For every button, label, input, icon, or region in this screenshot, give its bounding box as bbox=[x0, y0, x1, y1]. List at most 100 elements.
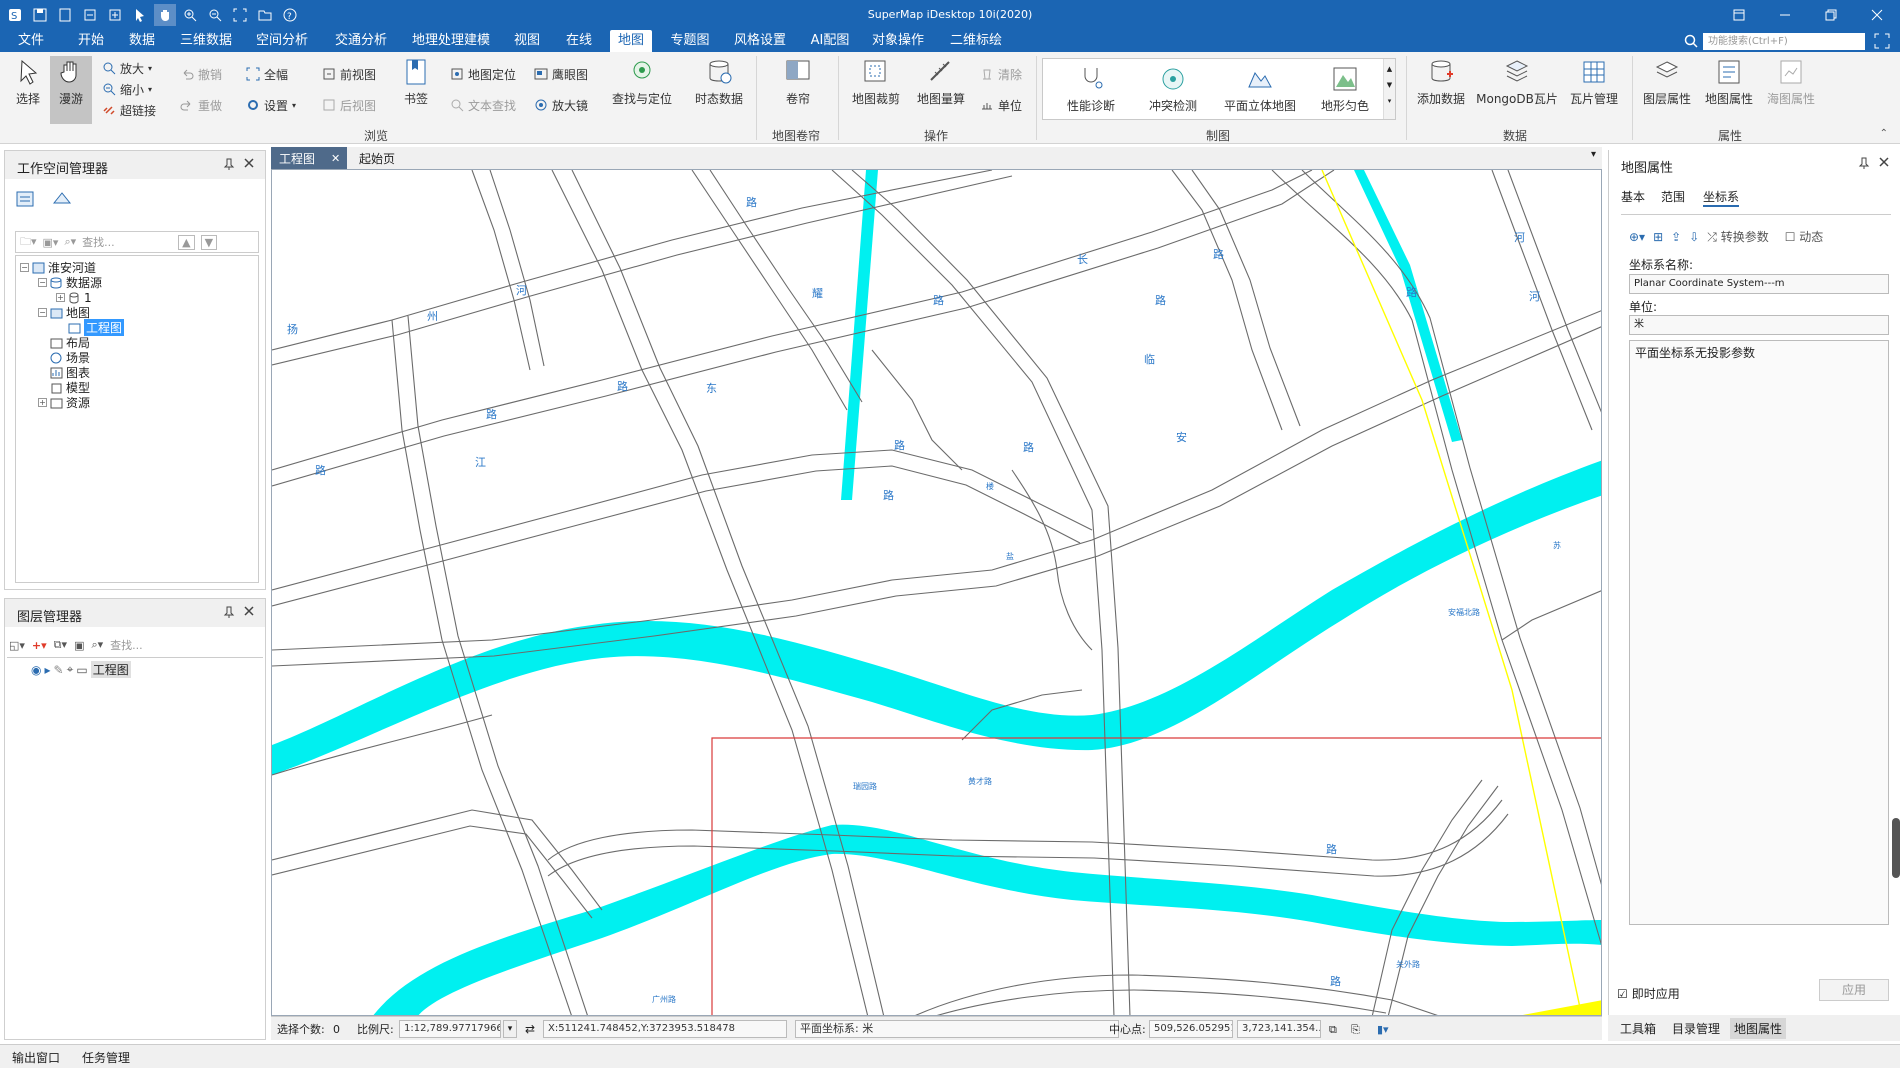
minimize-icon[interactable] bbox=[1762, 0, 1808, 30]
terrain-color-button[interactable]: 地形匀色 bbox=[1313, 65, 1377, 114]
selectable-icon[interactable]: ▸ bbox=[44, 663, 50, 677]
swap-icon[interactable]: ⇄ bbox=[525, 1021, 535, 1038]
map-measure-button[interactable]: 地图量算 bbox=[912, 58, 970, 124]
layer-props-button[interactable]: 图层属性 bbox=[1638, 58, 1696, 124]
magnifier-button[interactable]: 放大镜 bbox=[534, 95, 588, 115]
layer-style-icon[interactable]: ◱▾ bbox=[9, 639, 25, 652]
pin-icon[interactable] bbox=[1858, 157, 1870, 169]
instant-apply-checkbox[interactable]: ☑ 即时应用 bbox=[1617, 985, 1680, 1002]
tab-crs[interactable]: 坐标系 bbox=[1703, 188, 1740, 207]
map-props-button[interactable]: 地图属性 bbox=[1700, 58, 1758, 124]
maximize-icon[interactable] bbox=[1808, 0, 1854, 30]
close-panel-icon[interactable] bbox=[243, 157, 255, 169]
performance-diagnosis-button[interactable]: 性能诊断 bbox=[1059, 65, 1123, 114]
crs-display[interactable]: 平面坐标系: 米 bbox=[795, 1020, 1119, 1038]
chart-props-button[interactable]: 海图属性 bbox=[1762, 58, 1820, 124]
menu-object-ops[interactable]: 对象操作 bbox=[870, 30, 926, 52]
tab-basic[interactable]: 基本 bbox=[1621, 188, 1645, 205]
settings-button[interactable]: 设置 ▾ bbox=[246, 95, 296, 115]
find-locate-button[interactable]: 查找与定位 bbox=[608, 58, 676, 124]
eye-icon[interactable]: ◉ bbox=[31, 663, 41, 677]
editable-icon[interactable]: ✎ bbox=[54, 663, 64, 677]
crs-settings-icon[interactable]: ⊕▾ bbox=[1629, 230, 1645, 244]
tab-list-dropdown-icon[interactable]: ▾ bbox=[1591, 149, 1596, 160]
gallery-scroll[interactable]: ▲ ▼ ▾ bbox=[1383, 59, 1395, 119]
pin-icon[interactable] bbox=[223, 158, 235, 170]
workspace-search-input[interactable]: 查找... bbox=[82, 234, 172, 250]
menu-2d-plotting[interactable]: 二维标绘 bbox=[948, 30, 1004, 52]
scene-workspace-icon[interactable] bbox=[51, 189, 73, 209]
restore-ribbon-icon[interactable] bbox=[1716, 0, 1762, 30]
redo-button[interactable]: 重做 bbox=[180, 95, 222, 115]
text-search-button[interactable]: 文本查找 bbox=[450, 95, 516, 115]
center-x-input[interactable]: 509,526.052951 bbox=[1149, 1020, 1233, 1038]
tab-task-management[interactable]: 任务管理 bbox=[82, 1049, 130, 1066]
tree-node-resources[interactable]: + 资源 bbox=[38, 395, 90, 410]
map-options-icon[interactable]: ▮▾ bbox=[1377, 1021, 1389, 1038]
add-data-button[interactable]: 添加数据 bbox=[1412, 58, 1470, 124]
chevron-up-icon[interactable]: ▲ bbox=[1384, 65, 1395, 73]
workspace-tree-icon[interactable] bbox=[15, 189, 37, 209]
save-workspace-icon[interactable]: ▣▾ bbox=[43, 236, 59, 249]
menu-start[interactable]: 开始 bbox=[74, 30, 108, 52]
swipe-button[interactable]: 卷帘 bbox=[770, 58, 826, 124]
tile-management-button[interactable]: 瓦片管理 bbox=[1564, 58, 1624, 124]
snap-icon[interactable]: ⌖ bbox=[67, 662, 74, 677]
tab-catalog[interactable]: 目录管理 bbox=[1672, 1020, 1720, 1037]
mongodb-tiles-button[interactable]: MongoDB瓦片 bbox=[1476, 58, 1558, 124]
search-icon[interactable] bbox=[1683, 33, 1699, 49]
menu-file[interactable]: 文件 bbox=[14, 30, 48, 52]
temporal-data-button[interactable]: 时态数据 bbox=[690, 58, 748, 124]
function-search-input[interactable]: 功能搜索(Ctrl+F) bbox=[1703, 33, 1865, 50]
next-view-button[interactable]: 后视图 bbox=[322, 95, 376, 115]
tree-node-datasources[interactable]: − 数据源 bbox=[38, 275, 102, 290]
hyperlink-button[interactable]: 超链接 bbox=[102, 100, 156, 120]
map-clip-button[interactable]: 地图裁剪 bbox=[848, 58, 904, 124]
layer-row[interactable]: ◉ ▸ ✎ ⌖ ▭ 工程图 bbox=[31, 661, 131, 678]
chevron-down-icon[interactable]: ▼ bbox=[1384, 81, 1395, 89]
map-locate-button[interactable]: 地图定位 bbox=[450, 64, 516, 84]
eagle-eye-button[interactable]: 鹰眼图 bbox=[534, 64, 588, 84]
undo-button[interactable]: 撤销 bbox=[180, 64, 222, 84]
crs-import-icon[interactable]: ⇪ bbox=[1671, 230, 1681, 244]
add-layer-icon[interactable]: +▾ bbox=[32, 639, 47, 652]
crs-export-icon[interactable]: ⇩ bbox=[1689, 230, 1699, 244]
select-button[interactable]: 选择 bbox=[8, 58, 48, 124]
menu-ai-mapping[interactable]: AI配图 bbox=[808, 30, 852, 52]
side-scroll-handle[interactable] bbox=[1892, 818, 1900, 878]
clear-button[interactable]: 清除 bbox=[980, 64, 1022, 84]
bookmark-button[interactable]: 书签 bbox=[398, 58, 434, 124]
tree-node-ds1[interactable]: +1 bbox=[56, 290, 92, 305]
collapse-ribbon-icon[interactable]: ⌃ bbox=[1880, 128, 1888, 139]
tree-node-charts[interactable]: 图表 bbox=[38, 365, 90, 380]
tab-extent[interactable]: 范围 bbox=[1661, 188, 1685, 205]
full-extent-button[interactable]: 全幅 bbox=[246, 64, 288, 84]
prev-view-button[interactable]: 前视图 bbox=[322, 64, 376, 84]
map-canvas[interactable]: 路 河 扬 州 路 东 耀 路 长 路 临 路 路 江 路 路 路 河 河 路 … bbox=[271, 169, 1602, 1016]
menu-map[interactable]: 地图 bbox=[610, 30, 652, 52]
close-tab-icon[interactable]: ✕ bbox=[331, 152, 340, 165]
paste-icon[interactable]: ⎘ bbox=[1351, 1021, 1360, 1038]
scale-input[interactable]: 1:12,789.9771796676 bbox=[399, 1020, 501, 1038]
arrow-up-icon[interactable]: ▲ bbox=[178, 234, 195, 250]
layer-search-input[interactable]: 查找... bbox=[110, 637, 143, 653]
copy-icon[interactable]: ⧉ bbox=[1329, 1021, 1337, 1038]
tab-start-page[interactable]: 起始页 bbox=[351, 147, 411, 169]
flat-3d-map-button[interactable]: 平面立体地图 bbox=[1215, 65, 1305, 114]
close-panel-icon[interactable] bbox=[1878, 156, 1890, 168]
tab-toolbox[interactable]: 工具箱 bbox=[1620, 1020, 1656, 1037]
center-y-input[interactable]: 3,723,141.354... bbox=[1237, 1020, 1321, 1038]
map-svg[interactable]: 路 河 扬 州 路 东 耀 路 长 路 临 路 路 江 路 路 路 河 河 路 … bbox=[272, 170, 1602, 1016]
menu-view[interactable]: 视图 bbox=[512, 30, 542, 52]
menu-3d-data[interactable]: 三维数据 bbox=[178, 30, 234, 52]
close-icon[interactable] bbox=[1854, 0, 1900, 30]
tree-node-models[interactable]: 模型 bbox=[38, 380, 90, 395]
close-panel-icon[interactable] bbox=[243, 605, 255, 617]
tree-node-workspace[interactable]: − 淮安河道 bbox=[20, 260, 96, 275]
gallery-more-icon[interactable]: ▾ bbox=[1384, 97, 1395, 105]
open-workspace-icon[interactable]: 🗀▾ bbox=[20, 233, 37, 252]
pan-button[interactable]: 漫游 bbox=[50, 56, 92, 124]
tab-engineering-map[interactable]: 工程图 ✕ bbox=[271, 147, 347, 169]
zoom-out-button[interactable]: 缩小 ▾ bbox=[102, 79, 152, 99]
menu-traffic-analysis[interactable]: 交通分析 bbox=[333, 30, 389, 52]
